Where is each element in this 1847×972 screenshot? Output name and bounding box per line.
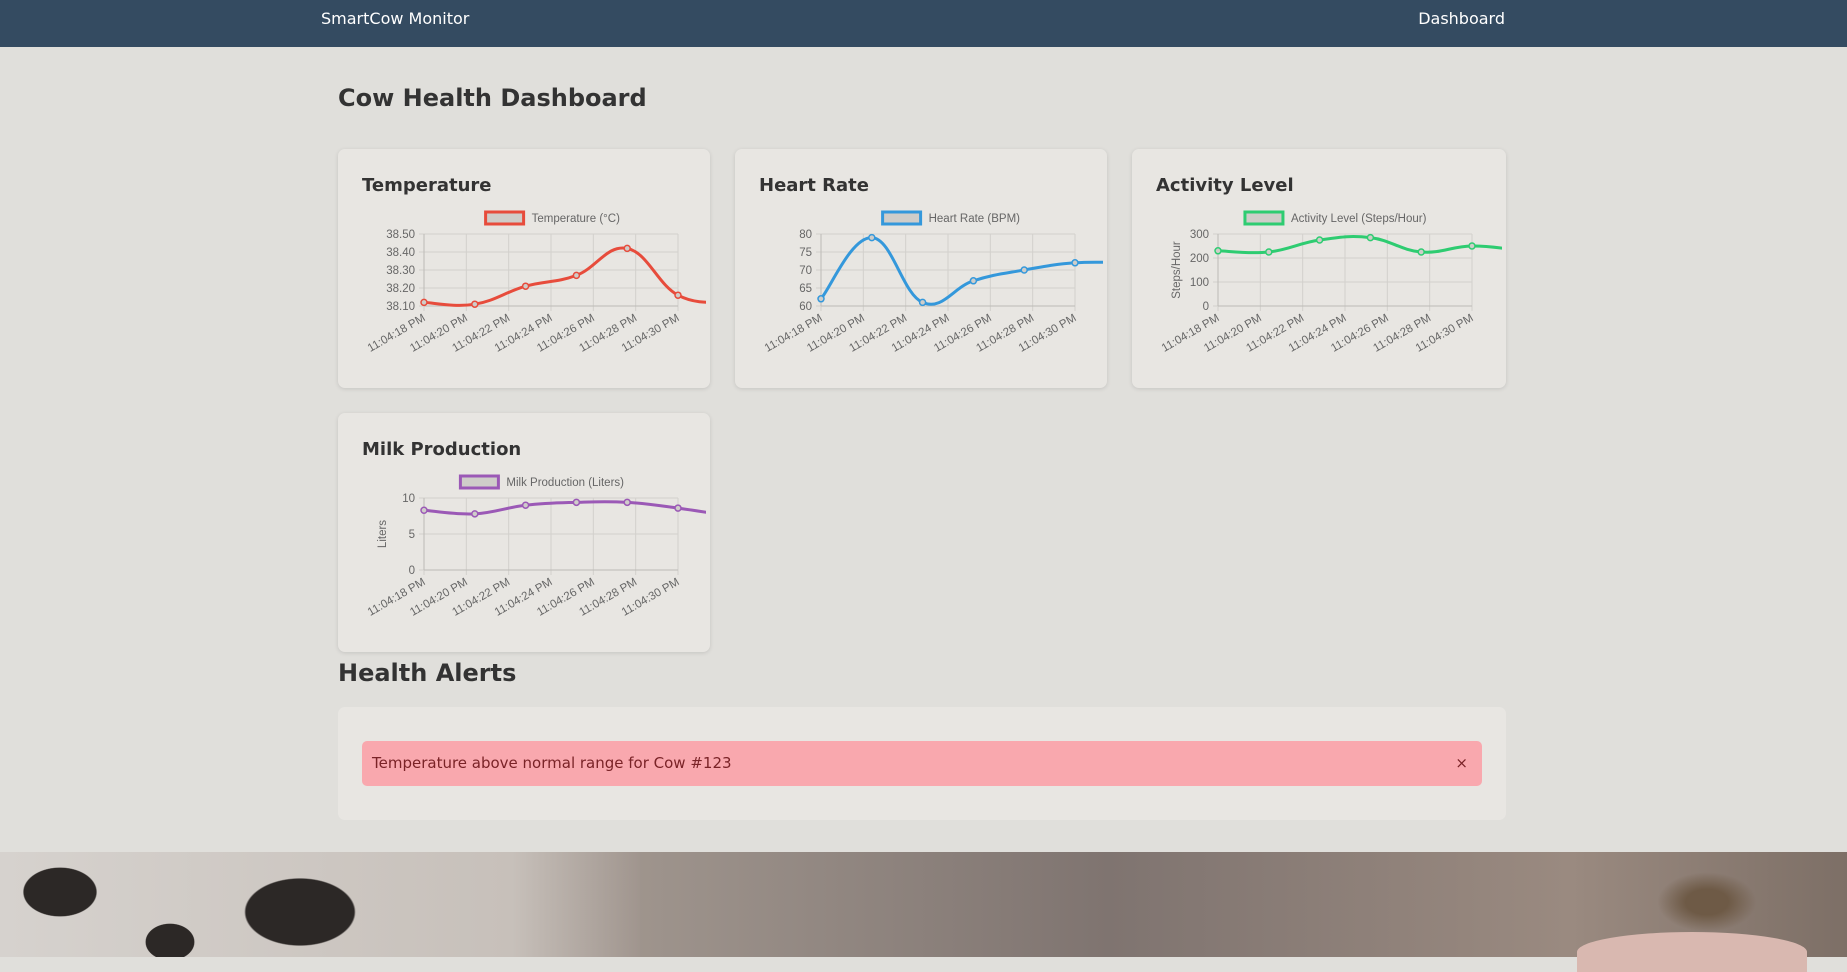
heart-rate-chart: Heart Rate (BPM)807570656011:04:18 PM11:… (763, 210, 1103, 355)
data-point[interactable] (572, 498, 581, 507)
data-point[interactable] (817, 295, 825, 303)
alert-item: Temperature above normal range for Cow #… (362, 741, 1482, 786)
heart-rate-card: Heart Rate Heart Rate (BPM) 80 75 70 65 60 11:… (735, 149, 1107, 388)
data-point[interactable] (420, 506, 428, 514)
data-point[interactable] (572, 271, 581, 280)
data-point[interactable] (1214, 247, 1222, 255)
series-line (819, 236, 1103, 306)
health-alerts-title: Health Alerts (338, 659, 517, 687)
data-point[interactable] (674, 291, 682, 299)
y-tick-label: 300 (1190, 229, 1209, 241)
y-tick-label: 38.20 (386, 283, 415, 295)
data-point[interactable] (521, 501, 530, 509)
y-tick-label: 70 (799, 265, 812, 277)
y-axis-label: Steps/Hour (1171, 241, 1183, 299)
y-axis-label: Liters (377, 520, 389, 548)
legend-label: Temperature (°C) (532, 213, 620, 225)
y-tick-label: 38.30 (386, 265, 415, 277)
activity-level-chart: Activity Level (Steps/Hour) 300 200 100 0 Ste… (1160, 210, 1502, 355)
hand-image (1577, 932, 1807, 972)
chart-legend[interactable]: Milk Production (Liters) (458, 474, 624, 490)
y-tick-label: 10 (402, 493, 415, 505)
legend-label: Heart Rate (BPM) (929, 213, 1021, 225)
series-line (423, 246, 706, 307)
y-tick-label: 100 (1190, 277, 1209, 289)
data-point[interactable] (1265, 248, 1273, 256)
data-point[interactable] (1315, 236, 1324, 244)
y-tick-label: 65 (799, 283, 812, 295)
page-title: Cow Health Dashboard (338, 84, 647, 112)
data-point[interactable] (623, 244, 631, 253)
data-point[interactable] (1468, 242, 1476, 250)
data-point[interactable] (521, 282, 530, 290)
temperature-card: Temperature Temperature (°C) 38.50 38.40 38… (338, 149, 710, 388)
y-tick-label: 5 (409, 529, 415, 541)
data-point[interactable] (1020, 266, 1028, 274)
data-point[interactable] (1366, 233, 1375, 242)
nav-link-dashboard[interactable]: Dashboard (1418, 9, 1505, 28)
temperature-chart: Temperature (°C) 38.50 38.40 38.30 38.20 38.1… (366, 210, 706, 355)
legend-swatch (458, 474, 500, 490)
y-tick-label: 0 (409, 565, 415, 577)
data-point[interactable] (1071, 259, 1079, 267)
y-tick-label: 80 (799, 229, 812, 241)
y-tick-label: 75 (799, 247, 812, 259)
data-point[interactable] (420, 298, 428, 307)
y-tick-label: 200 (1190, 253, 1209, 265)
alerts-panel: Temperature above normal range for Cow #… (338, 707, 1506, 820)
legend-label: Milk Production (Liters) (506, 477, 624, 489)
legend-swatch (1243, 210, 1285, 226)
y-tick-label: 38.10 (386, 301, 415, 313)
data-point[interactable] (918, 298, 927, 307)
alert-text: Temperature above normal range for Cow #… (372, 754, 732, 772)
milk-production-chart: Milk Production (Liters)1050Liters11:04:… (366, 474, 706, 619)
chart-legend[interactable]: Activity Level (Steps/Hour) (1243, 210, 1427, 226)
hero-image (0, 852, 1847, 972)
data-point[interactable] (969, 277, 978, 285)
data-point[interactable] (623, 498, 631, 507)
cow-image (0, 852, 640, 957)
legend-swatch (484, 210, 526, 226)
milk-production-card: Milk Production Milk Production (Liters)… (338, 413, 710, 652)
series-line (1217, 235, 1502, 255)
close-icon[interactable]: × (1455, 754, 1468, 772)
chart-legend[interactable]: Temperature (°C) (484, 210, 620, 226)
legend-label: Activity Level (Steps/Hour) (1291, 213, 1427, 225)
data-point[interactable] (1417, 248, 1425, 256)
legend-swatch (881, 210, 923, 226)
chart-legend[interactable]: Heart Rate (BPM) (881, 210, 1021, 226)
series-line (423, 500, 706, 516)
y-tick-label: 0 (1203, 301, 1209, 313)
sunflower-silhouette (1657, 872, 1757, 932)
y-tick-label: 38.40 (386, 247, 415, 259)
y-tick-label: 60 (799, 301, 812, 313)
data-point[interactable] (868, 233, 876, 242)
brand-link[interactable]: SmartCow Monitor (321, 9, 469, 28)
top-navbar: SmartCow Monitor Dashboard (0, 0, 1847, 47)
activity-level-card: Activity Level Activity Level (Steps/Hou… (1132, 149, 1506, 388)
data-point[interactable] (674, 504, 682, 512)
data-point[interactable] (471, 300, 479, 308)
y-tick-label: 38.50 (386, 229, 415, 241)
data-point[interactable] (471, 510, 479, 518)
